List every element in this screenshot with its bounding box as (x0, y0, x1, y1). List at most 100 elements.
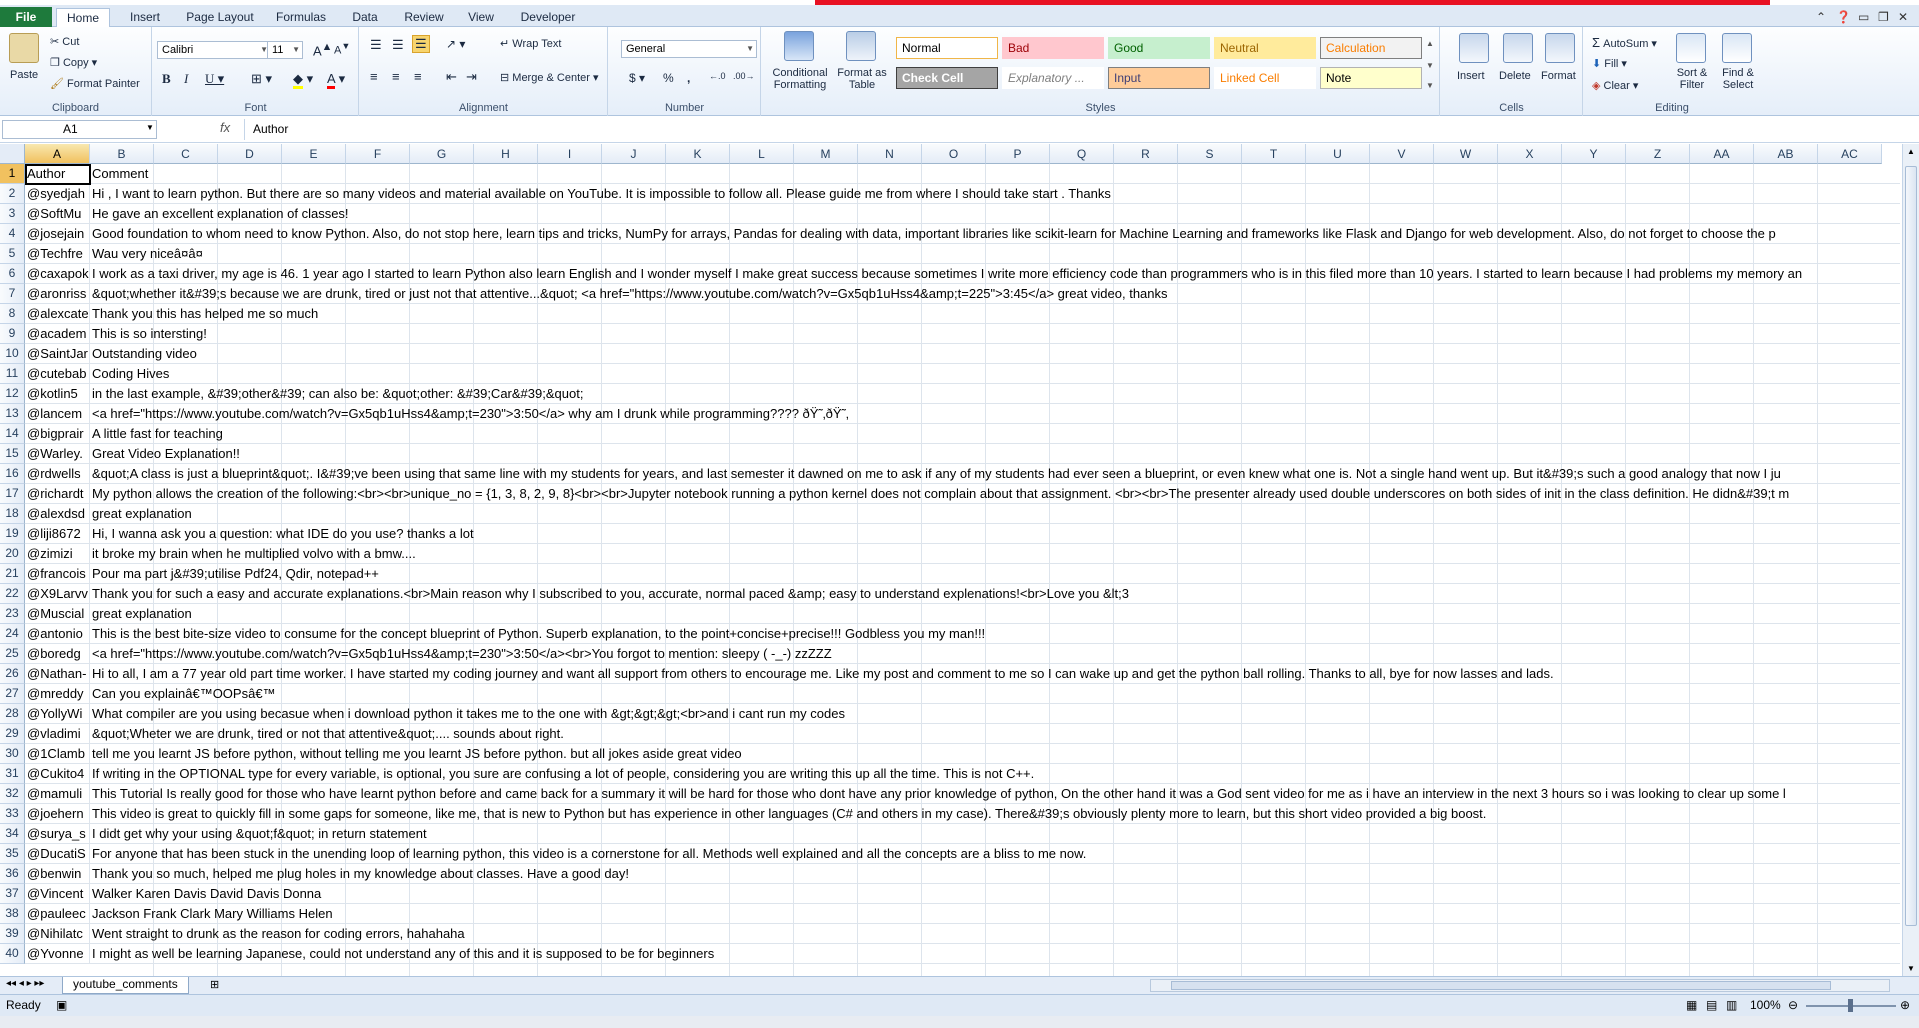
cell-comment[interactable]: tell me you learnt JS before python, wit… (90, 744, 1900, 764)
tab-page-layout[interactable]: Page Layout (180, 8, 260, 28)
tab-formulas[interactable]: Formulas (268, 8, 334, 28)
cell-comment[interactable]: For anyone that has been stuck in the un… (90, 844, 1900, 864)
normal-view-icon[interactable]: ▦ (1686, 995, 1697, 1016)
column-header[interactable]: V (1370, 144, 1434, 164)
style-explanatory[interactable]: Explanatory ... (1002, 67, 1104, 89)
cell-comment[interactable]: Coding Hives (90, 364, 1900, 384)
row-header[interactable]: 15 (0, 444, 25, 464)
name-box[interactable]: A1 (2, 120, 157, 139)
style-input[interactable]: Input (1108, 67, 1210, 89)
cell-comment[interactable]: Outstanding video (90, 344, 1900, 364)
cell-author[interactable]: @alexdsd (25, 504, 90, 524)
row-header[interactable]: 8 (0, 304, 25, 324)
tab-insert[interactable]: Insert (118, 8, 172, 28)
tab-view[interactable]: View (460, 8, 502, 28)
column-header[interactable]: A (25, 144, 90, 164)
column-header[interactable]: M (794, 144, 858, 164)
column-header[interactable]: F (346, 144, 410, 164)
cell-author[interactable]: @Cukito4 (25, 764, 90, 784)
window-restore-icon[interactable]: ❐ (1878, 10, 1889, 24)
row-header[interactable]: 30 (0, 744, 25, 764)
cell-author[interactable]: @antonio (25, 624, 90, 644)
row-header[interactable]: 5 (0, 244, 25, 264)
column-header[interactable]: K (666, 144, 730, 164)
merge-center-button[interactable]: ⊟ Merge & Center ▾ (500, 71, 599, 84)
zoom-level[interactable]: 100% (1750, 995, 1781, 1016)
comma-button[interactable]: , (687, 71, 690, 85)
row-header[interactable]: 20 (0, 544, 25, 564)
row-header[interactable]: 35 (0, 844, 25, 864)
cell-comment[interactable]: This is so intersting! (90, 324, 1900, 344)
cell-author[interactable]: @caxapok (25, 264, 90, 284)
column-header[interactable]: AC (1818, 144, 1882, 164)
row-header[interactable]: 19 (0, 524, 25, 544)
cell-comment[interactable]: <a href="https://www.youtube.com/watch?v… (90, 404, 1900, 424)
row-header[interactable]: 16 (0, 464, 25, 484)
cell-comment[interactable]: This video is great to quickly fill in s… (90, 804, 1900, 824)
style-normal[interactable]: Normal (896, 37, 998, 59)
row-header[interactable]: 17 (0, 484, 25, 504)
format-cells-button[interactable]: Format (1541, 70, 1576, 82)
name-box-dropdown-icon[interactable]: ▼ (146, 123, 154, 132)
row-header[interactable]: 25 (0, 644, 25, 664)
wrap-text-button[interactable]: ↵ Wrap Text (500, 37, 561, 50)
cell-comment[interactable]: Hi, I wanna ask you a question: what IDE… (90, 524, 1900, 544)
zoom-in-icon[interactable]: ⊕ (1900, 995, 1910, 1016)
row-header[interactable]: 26 (0, 664, 25, 684)
decrease-decimal-button[interactable]: .00→ (733, 71, 755, 81)
column-header[interactable]: N (858, 144, 922, 164)
horizontal-scroll-thumb[interactable] (1171, 981, 1831, 990)
tab-review[interactable]: Review (396, 8, 452, 28)
orientation-button[interactable]: ↗ ▾ (446, 37, 465, 51)
scroll-down-arrow-icon[interactable]: ▼ (1907, 964, 1915, 973)
sheet-tab-youtube-comments[interactable]: youtube_comments (62, 977, 189, 994)
window-close-icon[interactable]: ✕ (1898, 10, 1908, 24)
column-header[interactable]: Z (1626, 144, 1690, 164)
borders-button[interactable]: ⊞ ▾ (251, 71, 272, 87)
insert-function-icon[interactable]: fx (220, 120, 230, 135)
row-header[interactable]: 11 (0, 364, 25, 384)
row-header[interactable]: 33 (0, 804, 25, 824)
cell-comment[interactable]: Can you explainâ€™OOPsâ€™ (90, 684, 1900, 704)
cell-author[interactable]: @syedjah (25, 184, 90, 204)
binoculars-icon[interactable] (1722, 33, 1752, 63)
conditional-formatting-icon[interactable] (784, 31, 814, 61)
style-check-cell[interactable]: Check Cell (896, 67, 998, 89)
row-header[interactable]: 28 (0, 704, 25, 724)
row-header[interactable]: 32 (0, 784, 25, 804)
decrease-indent-button[interactable]: ⇤ (446, 69, 457, 85)
column-header[interactable]: L (730, 144, 794, 164)
conditional-formatting-button[interactable]: Conditional Formatting (770, 67, 830, 91)
autosum-button[interactable]: Σ AutoSum ▾ (1592, 35, 1657, 50)
zoom-slider-thumb[interactable] (1848, 999, 1853, 1012)
shrink-font-button[interactable]: A▼ (334, 41, 350, 57)
vertical-scrollbar[interactable]: ▲ ▼ (1902, 144, 1919, 976)
row-header[interactable]: 2 (0, 184, 25, 204)
cut-button[interactable]: ✂ Cut (50, 35, 79, 48)
row-header[interactable]: 14 (0, 424, 25, 444)
style-note[interactable]: Note (1320, 67, 1422, 89)
paste-icon[interactable] (9, 33, 39, 63)
row-header[interactable]: 38 (0, 904, 25, 924)
page-layout-view-icon[interactable]: ▤ (1706, 995, 1717, 1016)
row-header[interactable]: 21 (0, 564, 25, 584)
cell-comment[interactable]: Went straight to drunk as the reason for… (90, 924, 1900, 944)
row-header[interactable]: 10 (0, 344, 25, 364)
cell-comment[interactable]: A little fast for teaching (90, 424, 1900, 444)
cell-author[interactable]: @academ (25, 324, 90, 344)
cell-author[interactable]: @zimizi (25, 544, 90, 564)
cell-author[interactable]: @bigprair (25, 424, 90, 444)
column-header[interactable]: R (1114, 144, 1178, 164)
format-painter-button[interactable]: 🖌 Format Painter (50, 77, 140, 90)
row-header[interactable]: 23 (0, 604, 25, 624)
cell-author[interactable]: @Yvonne (25, 944, 90, 964)
cell-author[interactable]: @vladimi (25, 724, 90, 744)
minimize-ribbon-icon[interactable]: ⌃ (1816, 10, 1826, 24)
row-header[interactable]: 34 (0, 824, 25, 844)
formula-input[interactable]: Author (244, 119, 1904, 140)
cell-author[interactable]: @cutebab (25, 364, 90, 384)
row-header[interactable]: 6 (0, 264, 25, 284)
column-header[interactable]: AB (1754, 144, 1818, 164)
cell-comment[interactable]: Pour ma part j&#39;utilise Pdf24, Qdir, … (90, 564, 1900, 584)
column-header[interactable]: G (410, 144, 474, 164)
